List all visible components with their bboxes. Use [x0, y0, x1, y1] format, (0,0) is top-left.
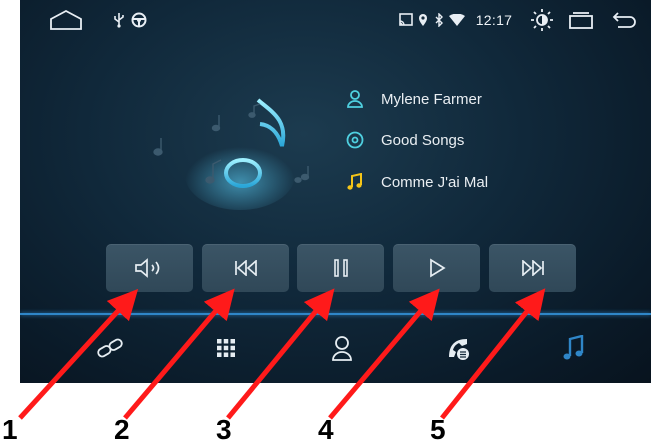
play-button[interactable] — [393, 244, 480, 292]
brightness-icon[interactable] — [528, 0, 556, 40]
link-icon — [95, 338, 125, 358]
nav-apps-button[interactable] — [166, 318, 286, 378]
nav-phone-music-button[interactable] — [398, 318, 518, 378]
album-icon — [343, 129, 367, 151]
album-row: Good Songs — [343, 129, 464, 151]
steering-wheel-icon — [130, 0, 148, 40]
callout-number-1: 1 — [2, 414, 18, 445]
nav-link-button[interactable] — [50, 318, 170, 378]
apps-grid-icon — [216, 338, 236, 358]
volume-icon — [134, 258, 166, 278]
recent-apps-icon[interactable] — [566, 0, 596, 40]
artist-icon — [343, 88, 367, 110]
phone-music-icon — [445, 335, 471, 361]
nav-music-button[interactable] — [514, 318, 634, 378]
status-bar: 12:17 — [20, 0, 651, 40]
album-label: Good Songs — [381, 131, 465, 149]
head-unit-screen: 12:17 Mylene Farmer Good Songs Comme J'a… — [20, 0, 651, 383]
cast-icon — [398, 0, 414, 40]
bluetooth-icon — [432, 0, 446, 40]
artist-row: Mylene Farmer — [343, 88, 482, 110]
song-title-label: Comme J'ai Mal — [381, 173, 489, 191]
callout-number-4: 4 — [318, 414, 334, 445]
contacts-icon — [331, 335, 353, 361]
callout-number-3: 3 — [216, 414, 232, 445]
location-icon — [416, 0, 430, 40]
album-artwork — [120, 80, 330, 215]
pause-button[interactable] — [297, 244, 384, 292]
callout-number-5: 5 — [430, 414, 446, 445]
wifi-icon — [448, 0, 466, 40]
volume-button[interactable] — [106, 244, 193, 292]
artist-label: Mylene Farmer — [381, 90, 482, 108]
title-row: Comme J'ai Mal — [343, 171, 488, 193]
callout-number-2: 2 — [114, 414, 130, 445]
home-icon[interactable] — [48, 0, 84, 40]
next-icon — [521, 260, 545, 276]
song-icon — [343, 171, 367, 193]
next-button[interactable] — [489, 244, 576, 292]
play-icon — [428, 258, 446, 278]
nav-divider — [20, 313, 651, 315]
back-icon[interactable] — [610, 0, 640, 40]
usb-icon — [110, 0, 128, 40]
clock: 12:17 — [475, 12, 513, 28]
music-note-icon — [563, 335, 585, 361]
pause-icon — [333, 258, 349, 278]
nav-contacts-button[interactable] — [282, 318, 402, 378]
previous-icon — [234, 260, 258, 276]
previous-button[interactable] — [202, 244, 289, 292]
